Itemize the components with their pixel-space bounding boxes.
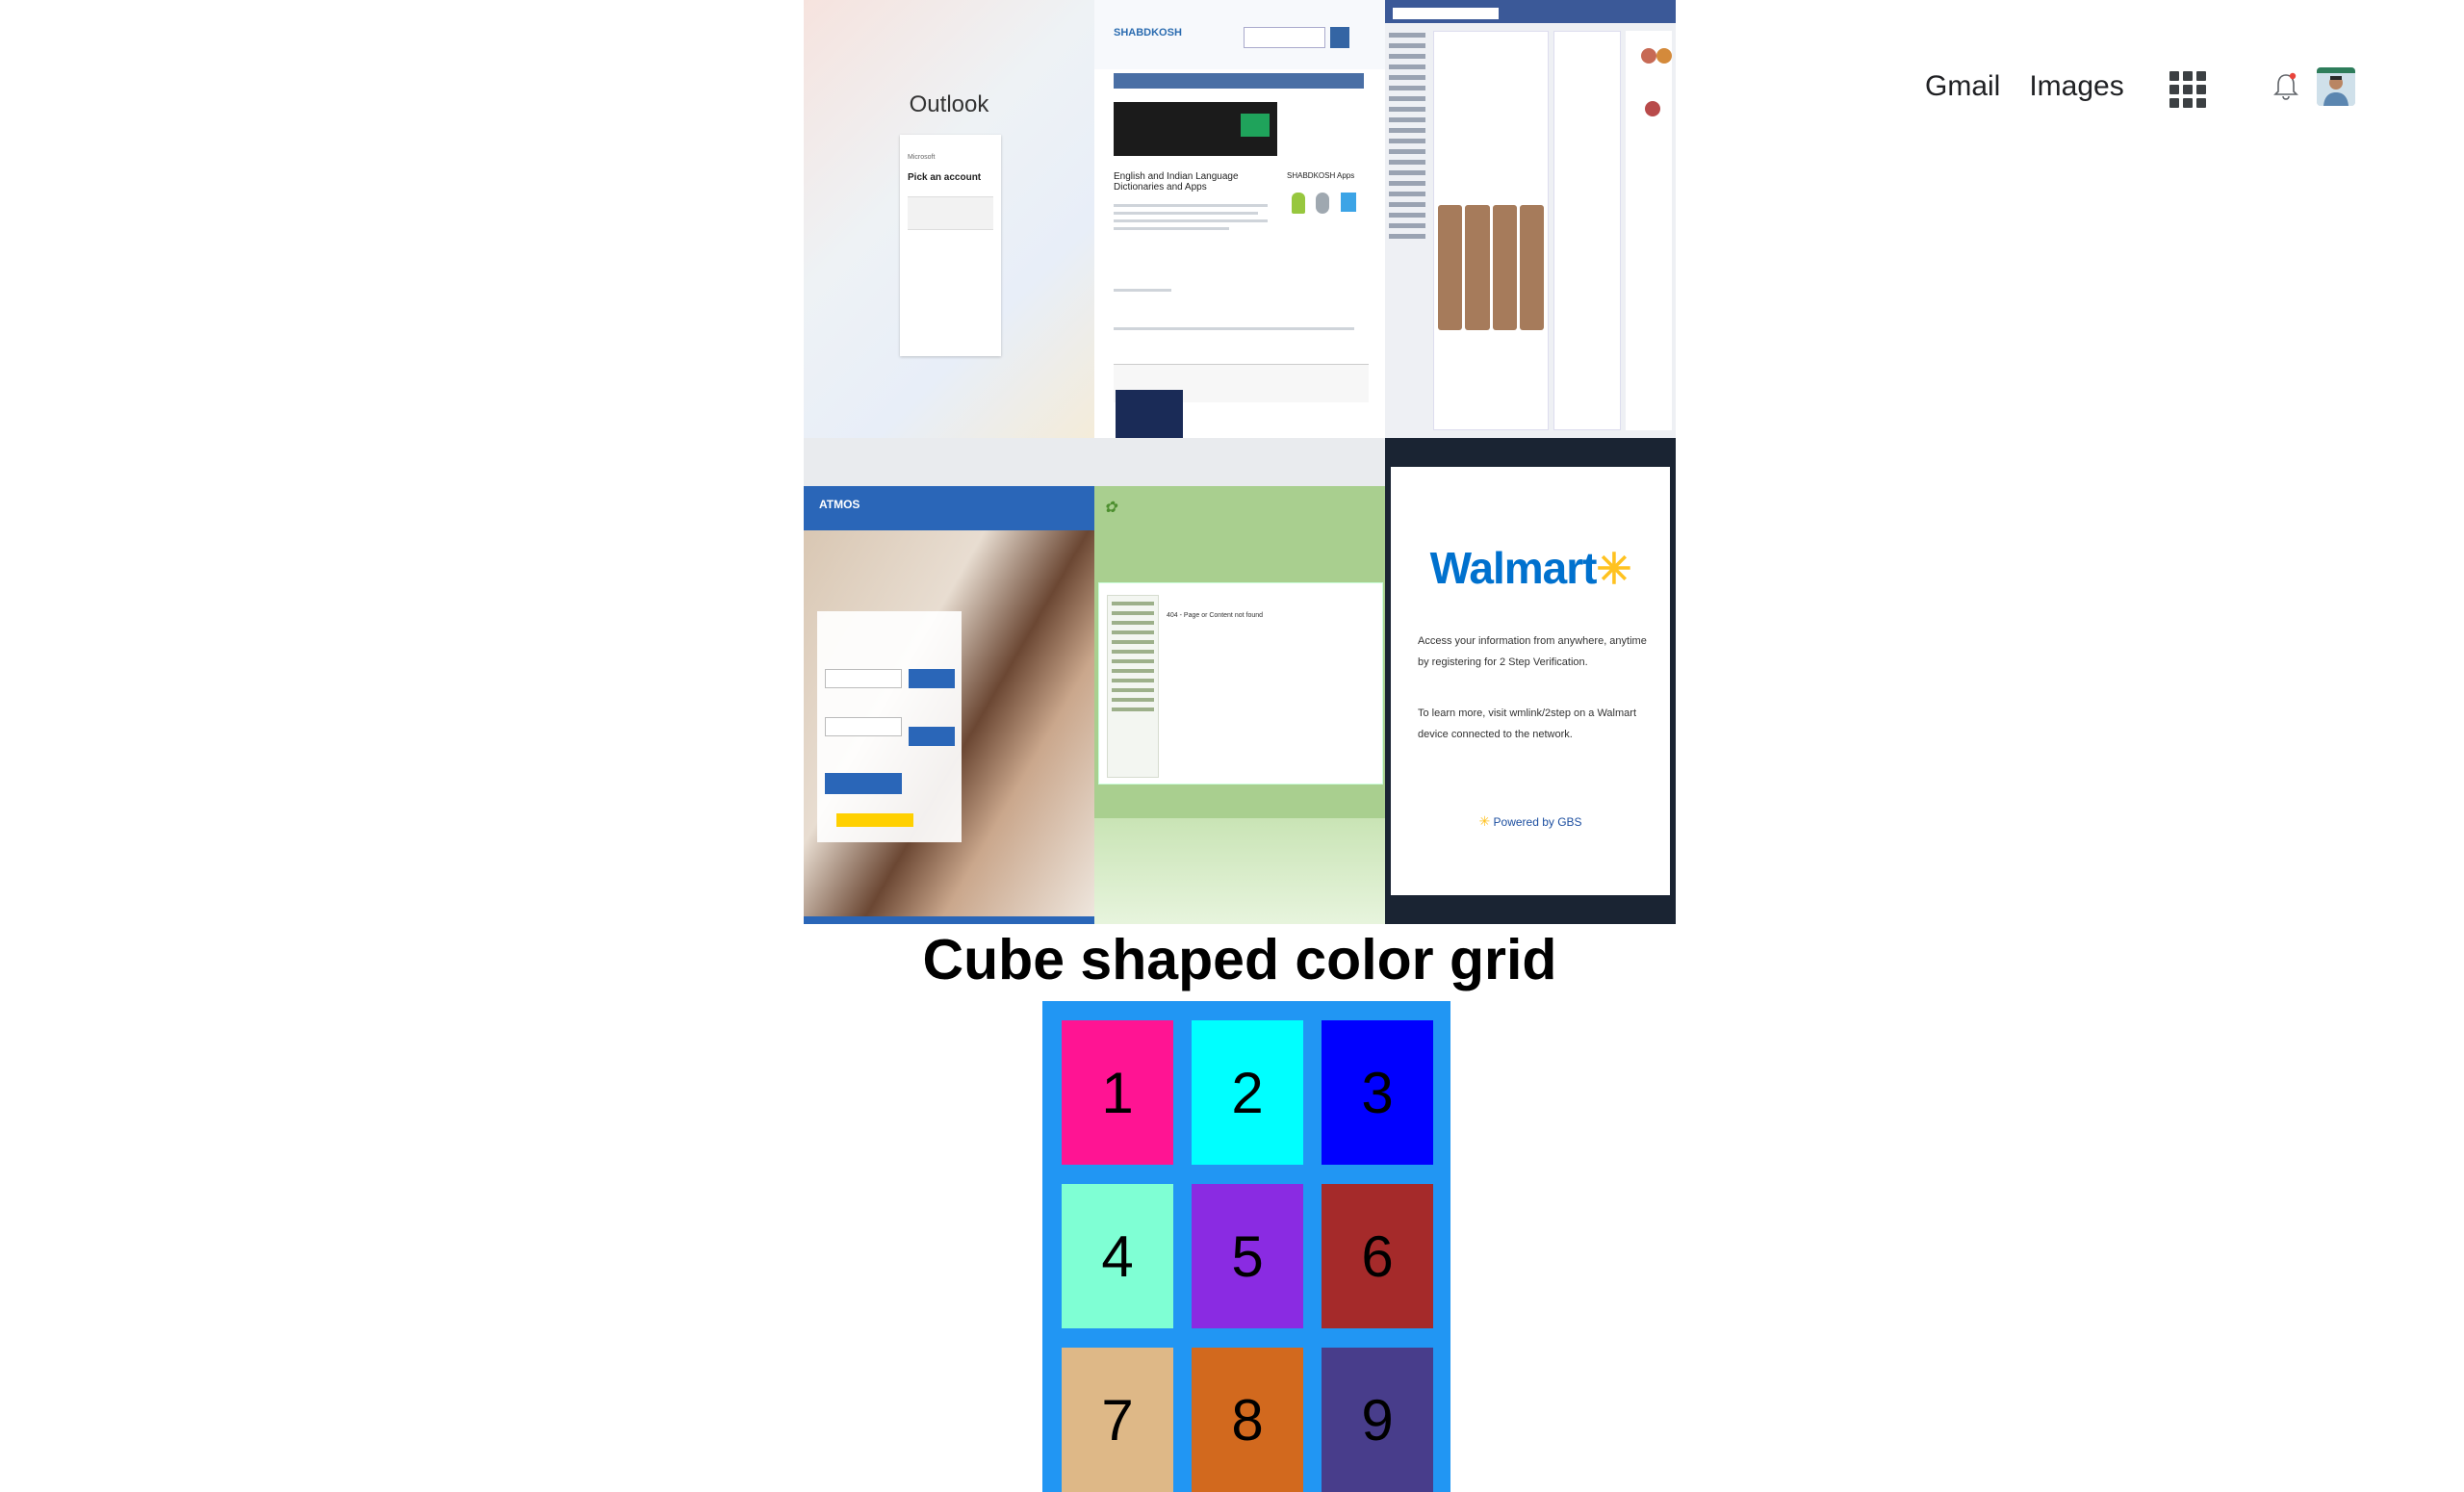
- outlook-thumbnail[interactable]: Outlook Microsoft Pick an account: [804, 0, 1094, 438]
- not-found-panel: 404 - Page or Content not found: [1098, 582, 1383, 785]
- shabdkosh-logo: SHABDKOSH: [1114, 27, 1182, 39]
- apple-icon: [1316, 193, 1329, 214]
- facebook-search-box: [1393, 8, 1499, 19]
- walmart-paragraph-2: To learn more, visit wmlink/2step on a W…: [1418, 707, 1636, 740]
- apps-grid-icon[interactable]: [2165, 66, 2206, 108]
- stories-row: [1438, 205, 1544, 330]
- walmart-paragraph-1: Access your information from anywhere, a…: [1418, 635, 1647, 668]
- panel-sidebar: [1107, 595, 1159, 778]
- shabdkosh-search-box: [1244, 27, 1325, 48]
- walmart-logo: Walmart✳: [1429, 543, 1632, 593]
- shabdkosh-search-button: [1330, 27, 1349, 48]
- login-button: [825, 773, 902, 794]
- shabdkosh-thumbnail[interactable]: SHABDKOSH English and Indian Language Di…: [1094, 0, 1385, 438]
- start-service-button: [909, 727, 955, 746]
- windows-icon: [1341, 193, 1356, 212]
- grid-cell-5: 5: [1192, 1184, 1303, 1328]
- walmart-thumbnail[interactable]: Walmart✳ Access your information from an…: [1385, 438, 1676, 924]
- microsoft-brand: Microsoft: [908, 154, 936, 161]
- images-link[interactable]: Images: [2029, 70, 2123, 103]
- ad-banner: [1114, 102, 1277, 156]
- outlook-title: Outlook: [909, 91, 989, 117]
- grid-cell-3: 3: [1322, 1020, 1433, 1165]
- gbs-spark-icon: ✳: [1478, 813, 1491, 829]
- facebook-contacts: [1626, 31, 1672, 430]
- grid-title: Cube shaped color grid: [922, 928, 1557, 991]
- android-icon: [1292, 193, 1305, 214]
- grid-cell-6: 6: [1322, 1184, 1433, 1328]
- facebook-feed: [1433, 31, 1549, 430]
- register-button: [909, 669, 955, 688]
- grid-cell-4: 4: [1062, 1184, 1173, 1328]
- password-field: [825, 717, 902, 736]
- username-field: [825, 669, 902, 688]
- sparkster-thumbnail[interactable]: ✿ 404 - Page or Content not found: [1094, 438, 1385, 924]
- account-picker-card: Microsoft Pick an account: [900, 135, 1001, 356]
- facebook-thumbnail[interactable]: [1385, 0, 1676, 438]
- grid-cell-8: 8: [1192, 1348, 1303, 1492]
- grid-cell-1: 1: [1062, 1020, 1173, 1165]
- grid-cell-2: 2: [1192, 1020, 1303, 1165]
- facebook-right-column: [1553, 31, 1621, 430]
- gmail-link[interactable]: Gmail: [1925, 70, 2000, 103]
- grid-cell-9: 9: [1322, 1348, 1433, 1492]
- color-grid: 123 456 789: [1042, 1001, 1450, 1492]
- shabdkosh-heading: English and Indian Language Dictionaries…: [1114, 171, 1239, 193]
- facebook-sidebar: [1389, 33, 1429, 399]
- click-here-button: [836, 813, 913, 827]
- thumbnail-collage: Outlook Microsoft Pick an account SHABDK…: [804, 0, 1676, 924]
- shabdkosh-nav-bar: [1114, 73, 1364, 89]
- avatar[interactable]: [2316, 67, 2355, 106]
- atmos-login-form: [817, 611, 962, 842]
- walmart-card: Walmart✳ Access your information from an…: [1391, 467, 1670, 895]
- bell-icon[interactable]: [2267, 67, 2305, 106]
- atmos-logo: ATMOS: [819, 498, 860, 511]
- shabdkosh-apps-heading: SHABDKOSH Apps: [1287, 171, 1355, 180]
- powered-by-gbs: ✳ Powered by GBS: [1478, 813, 1582, 829]
- sponsored-ad: [1116, 390, 1183, 438]
- site-logo: ✿: [1104, 500, 1117, 516]
- use-another-account-row: [908, 229, 993, 262]
- pick-account-heading: Pick an account: [908, 172, 982, 183]
- grid-cell-7: 7: [1062, 1348, 1173, 1492]
- not-found-message: 404 - Page or Content not found: [1167, 612, 1264, 619]
- top-nav: Gmail Images: [1925, 58, 2387, 116]
- atmos-thumbnail[interactable]: ATMOS: [804, 438, 1094, 924]
- account-row: [908, 196, 993, 229]
- walmart-spark-icon: ✳: [1596, 546, 1631, 593]
